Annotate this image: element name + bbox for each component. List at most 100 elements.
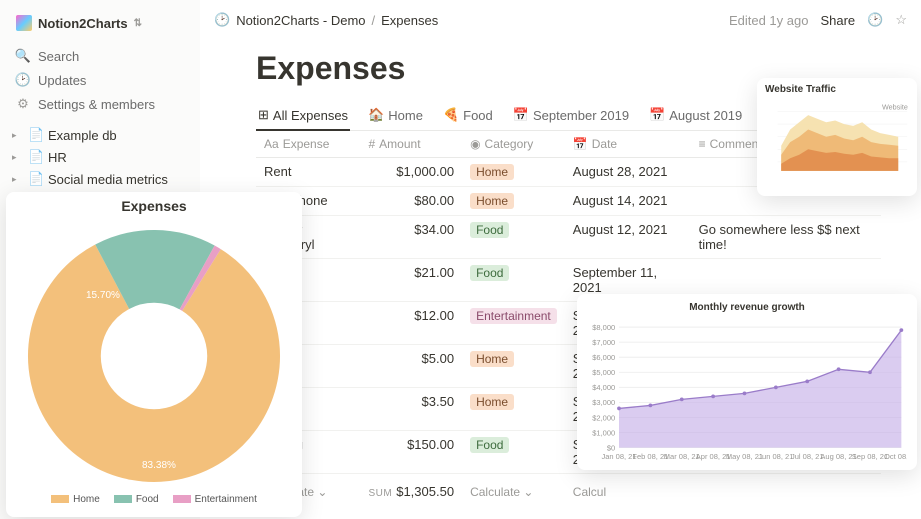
workspace-logo: [16, 15, 32, 31]
chevron-right-icon[interactable]: ▸: [12, 152, 24, 163]
page-label: Social media metrics: [48, 172, 168, 187]
nav-updates[interactable]: 🕑 Updates: [8, 68, 192, 92]
page-label: HR: [48, 150, 67, 165]
nav-updates-label: Updates: [38, 73, 86, 88]
tab-august-2019[interactable]: 📅 August 2019: [647, 101, 744, 131]
tab-home[interactable]: 🏠Home: [366, 101, 425, 131]
nav-search-label: Search: [38, 49, 79, 64]
svg-text:$3,000: $3,000: [592, 398, 615, 407]
star-icon[interactable]: ☆: [895, 12, 907, 28]
traffic-title: Website Traffic: [765, 84, 909, 95]
tab-icon: 📅: [513, 107, 529, 123]
cell-amount[interactable]: $80.00: [360, 187, 462, 216]
edited-timestamp: Edited 1y ago: [729, 13, 809, 28]
tab-icon: ⊞: [258, 107, 269, 123]
donut-chart-card[interactable]: Expenses 15.70% 83.38% Home Food Enterta…: [6, 192, 302, 517]
donut-label-home: 83.38%: [142, 460, 176, 471]
cell-category[interactable]: Home: [462, 158, 565, 187]
page-label: Example db: [48, 128, 117, 143]
table-row[interactable]: Dinner w/Cheryl $34.00 Food August 12, 2…: [256, 216, 881, 259]
cell-category[interactable]: Home: [462, 388, 565, 431]
svg-text:$7,000: $7,000: [592, 338, 615, 347]
svg-text:$5,000: $5,000: [592, 368, 615, 377]
chevron-right-icon[interactable]: ▸: [12, 174, 24, 185]
share-button[interactable]: Share: [820, 13, 855, 28]
tab-icon: 🍕: [443, 107, 459, 123]
topbar: 🕑 Notion2Charts - Demo / Expenses Edited…: [200, 0, 921, 40]
sidebar-page-1[interactable]: ▸ 📄 HR: [8, 146, 192, 168]
cell-comment[interactable]: Go somewhere less $$ next time!: [691, 216, 881, 259]
tab-food[interactable]: 🍕 Food: [441, 101, 495, 131]
cell-expense[interactable]: Rent: [256, 158, 360, 187]
clock-icon[interactable]: 🕑: [867, 12, 883, 28]
page-icon: 📄: [28, 171, 44, 187]
traffic-chart: Website traffic: [765, 99, 909, 187]
tab-label: August 2019: [669, 108, 742, 123]
nav-search[interactable]: 🔍 Search: [8, 44, 192, 68]
calc-date[interactable]: Calcul: [573, 485, 606, 499]
workspace-switcher[interactable]: Notion2Charts ⇅: [8, 12, 192, 34]
cell-amount[interactable]: $21.00: [360, 259, 462, 302]
sidebar-page-0[interactable]: ▸ 📄 Example db: [8, 124, 192, 146]
tab-label: Food: [463, 108, 493, 123]
col-date[interactable]: 📅Date: [565, 131, 691, 158]
cell-category[interactable]: Food: [462, 216, 565, 259]
cell-date[interactable]: August 12, 2021: [565, 216, 691, 259]
revenue-title: Monthly revenue growth: [587, 302, 907, 313]
page-icon: 📄: [28, 149, 44, 165]
cell-date[interactable]: August 14, 2021: [565, 187, 691, 216]
col-amount[interactable]: #Amount: [360, 131, 462, 158]
cell-amount[interactable]: $3.50: [360, 388, 462, 431]
cell-category[interactable]: Home: [462, 187, 565, 216]
page-icon: 📄: [28, 127, 44, 143]
tab-label: All Expenses: [273, 108, 348, 123]
traffic-chart-card[interactable]: Website Traffic Website traffic: [757, 78, 917, 196]
svg-text:Oct 08, 21: Oct 08, 21: [884, 452, 907, 461]
svg-text:$4,000: $4,000: [592, 383, 615, 392]
cell-date[interactable]: August 28, 2021: [565, 158, 691, 187]
calc-category[interactable]: Calculate ⌄: [470, 485, 533, 499]
search-icon: 🔍: [16, 48, 30, 64]
cell-category[interactable]: Entertainment: [462, 302, 565, 345]
col-expense[interactable]: AaExpense: [256, 131, 360, 158]
svg-text:$6,000: $6,000: [592, 353, 615, 362]
svg-text:$1,000: $1,000: [592, 428, 615, 437]
donut-title: Expenses: [14, 198, 294, 214]
chevron-right-icon[interactable]: ▸: [12, 130, 24, 141]
tab-icon: 📅: [649, 107, 665, 123]
cell-category[interactable]: Food: [462, 431, 565, 474]
revenue-chart-card[interactable]: Monthly revenue growth $0$1,000$2,000$3,…: [577, 294, 917, 470]
tab-september-2019[interactable]: 📅September 2019: [511, 101, 631, 131]
cell-category[interactable]: Food: [462, 259, 565, 302]
sum-amount[interactable]: SUM$1,305.50: [360, 474, 462, 506]
cell-amount[interactable]: $5.00: [360, 345, 462, 388]
workspace-name: Notion2Charts: [38, 16, 128, 31]
col-category[interactable]: ◉Category: [462, 131, 565, 158]
breadcrumb-current[interactable]: Expenses: [381, 13, 438, 28]
gear-icon: ⚙: [16, 96, 30, 112]
donut-chart: 15.70% 83.38%: [14, 216, 294, 496]
sidebar-page-2[interactable]: ▸ 📄 Social media metrics: [8, 168, 192, 190]
breadcrumb-parent[interactable]: Notion2Charts - Demo: [236, 13, 365, 28]
breadcrumb-separator: /: [372, 13, 376, 28]
donut-label-food: 15.70%: [86, 290, 120, 301]
nav-settings[interactable]: ⚙ Settings & members: [8, 92, 192, 116]
breadcrumb[interactable]: 🕑 Notion2Charts - Demo / Expenses: [214, 12, 438, 28]
svg-text:Jan 08, 21: Jan 08, 21: [601, 452, 636, 461]
breadcrumb-icon: 🕑: [214, 12, 230, 28]
nav-settings-label: Settings & members: [38, 97, 155, 112]
cell-amount[interactable]: $12.00: [360, 302, 462, 345]
cell-amount[interactable]: $150.00: [360, 431, 462, 474]
cell-amount[interactable]: $34.00: [360, 216, 462, 259]
svg-text:Sep 08, 21: Sep 08, 21: [852, 452, 888, 461]
svg-text:Mar 08, 21: Mar 08, 21: [664, 452, 700, 461]
cell-category[interactable]: Home: [462, 345, 565, 388]
tab-all-expenses[interactable]: ⊞ All Expenses: [256, 101, 350, 131]
clock-icon: 🕑: [16, 72, 30, 88]
cell-amount[interactable]: $1,000.00: [360, 158, 462, 187]
svg-text:Jul 08, 21: Jul 08, 21: [791, 452, 824, 461]
svg-text:Website traffic: Website traffic: [882, 103, 909, 112]
svg-text:Jun 08, 21: Jun 08, 21: [758, 452, 793, 461]
revenue-chart: $0$1,000$2,000$3,000$4,000$5,000$6,000$7…: [587, 319, 907, 467]
tab-label: Home: [388, 108, 423, 123]
